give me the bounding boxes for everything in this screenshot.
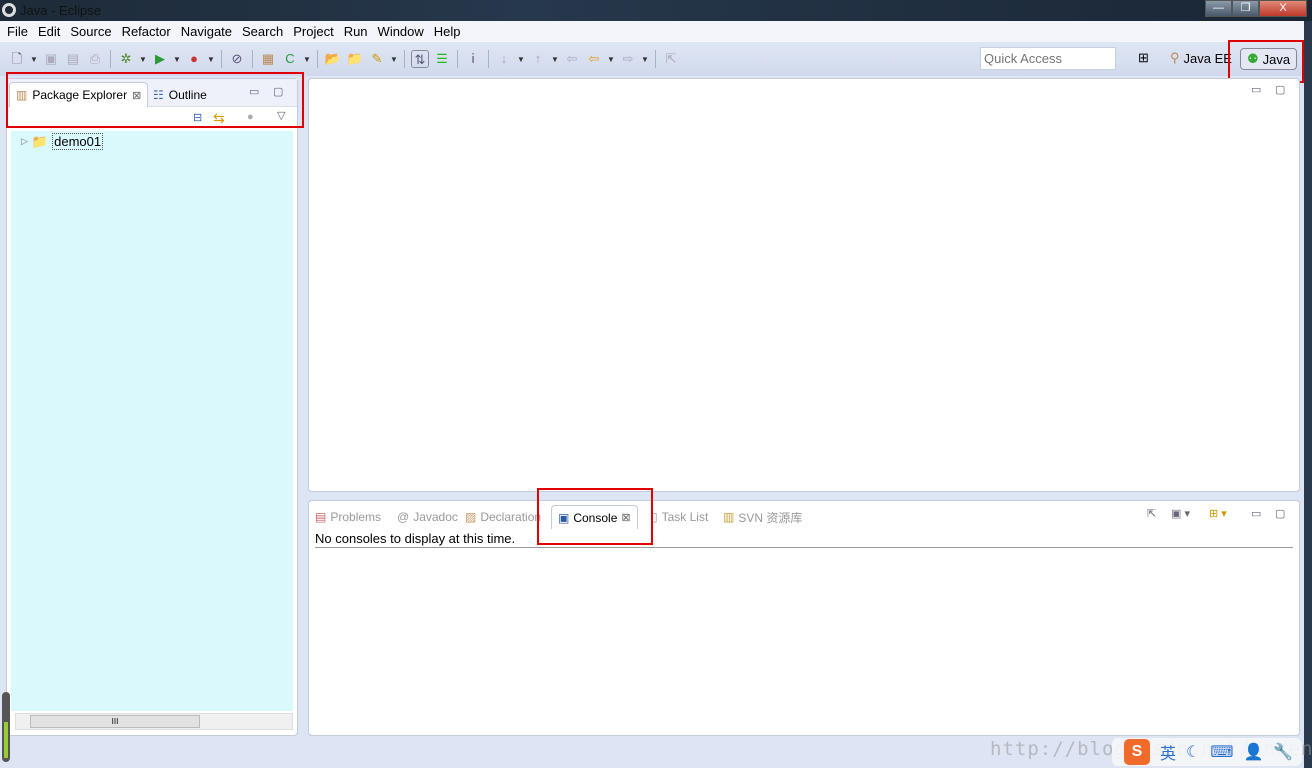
menu-source[interactable]: Source xyxy=(65,21,116,42)
open-perspective-icon: ⊞ xyxy=(1138,50,1149,65)
moon-icon[interactable]: ☾ xyxy=(1186,742,1200,762)
menu-help[interactable]: Help xyxy=(429,21,466,42)
console-panel: ▤ Problems @ Javadoc ▨ Declaration ▣ Console… xyxy=(308,500,1300,736)
menu-refactor[interactable]: Refactor xyxy=(117,21,176,42)
external-tools-icon[interactable]: ● xyxy=(185,50,203,68)
package-explorer-panel: ▥ Package Explorer ⊠ ☷ Outline ▭ ▢ ⊟ ⇆ ●… xyxy=(6,78,298,736)
project-folder-icon: 📁 xyxy=(31,133,49,149)
maximize-button[interactable]: ❐ xyxy=(1232,0,1259,17)
editor-area: ▭ ▢ xyxy=(308,78,1300,492)
new-class-icon[interactable]: C xyxy=(281,50,299,68)
right-edge xyxy=(1304,21,1312,768)
keyboard-icon[interactable]: ⌨ xyxy=(1210,742,1233,762)
quick-access-input[interactable] xyxy=(980,47,1116,70)
chevron-down-icon[interactable]: ▼ xyxy=(303,55,311,64)
display-console-icon[interactable]: ▣ ▾ xyxy=(1171,507,1190,520)
tab-task-list[interactable]: ▯ Task List xyxy=(651,505,708,529)
tab-declaration[interactable]: ▨ Declaration xyxy=(465,505,541,529)
pin-console-icon[interactable]: ⇱ xyxy=(1147,507,1156,520)
menu-window[interactable]: Window xyxy=(373,21,429,42)
sogou-logo-icon[interactable]: S xyxy=(1124,739,1150,765)
expand-icon[interactable]: ▷ xyxy=(21,136,28,147)
ime-language[interactable]: 英 xyxy=(1160,740,1176,764)
tab-svn-repository[interactable]: ▥ SVN 资源库 xyxy=(723,505,802,529)
debug-icon[interactable]: ✲ xyxy=(117,50,135,68)
tab-problems[interactable]: ▤ Problems xyxy=(315,505,381,529)
svn-icon: ▥ xyxy=(723,510,735,524)
menu-project[interactable]: Project xyxy=(288,21,338,42)
highlight-box xyxy=(537,488,653,545)
chevron-down-icon[interactable]: ▼ xyxy=(30,55,38,64)
console-message: No consoles to display at this time. xyxy=(315,531,1293,548)
run-icon[interactable]: ▶ xyxy=(151,50,169,68)
tree-item-demo01[interactable]: ▷ 📁 demo01 xyxy=(21,133,104,150)
side-gadget xyxy=(2,692,10,762)
tab-javadoc[interactable]: @ Javadoc xyxy=(397,505,458,529)
search-icon[interactable]: ✎ xyxy=(368,50,386,68)
chevron-down-icon[interactable]: ▼ xyxy=(641,55,649,64)
toggle-mark-occurrences-icon[interactable]: ⇅ xyxy=(411,50,429,68)
eclipse-icon xyxy=(2,3,16,17)
menu-edit[interactable]: Edit xyxy=(33,21,65,42)
chevron-down-icon[interactable]: ▼ xyxy=(607,55,615,64)
menu-run[interactable]: Run xyxy=(339,21,373,42)
declaration-icon: ▨ xyxy=(465,510,477,524)
show-source-icon[interactable]: ⅰ xyxy=(464,50,482,68)
new-icon[interactable]: 🗋 xyxy=(8,50,26,68)
pin-editor-icon[interactable]: ⇱ xyxy=(662,50,680,68)
minimize-button[interactable]: — xyxy=(1205,0,1232,17)
chevron-down-icon[interactable]: ▼ xyxy=(517,55,525,64)
new-package-icon[interactable]: ▦ xyxy=(259,50,277,68)
chevron-down-icon[interactable]: ▼ xyxy=(551,55,559,64)
chevron-down-icon[interactable]: ▼ xyxy=(139,55,147,64)
open-type-icon[interactable]: 📂 xyxy=(324,50,342,68)
wrench-icon[interactable]: 🔧 xyxy=(1273,742,1293,762)
last-edit-icon[interactable]: ⇦ xyxy=(563,50,581,68)
perspective-javaee[interactable]: ⚲ Java EE xyxy=(1170,50,1232,66)
save-icon[interactable]: ▣ xyxy=(42,50,60,68)
save-all-icon[interactable]: ▤ xyxy=(64,50,82,68)
title-bar: Java - Eclipse — ❐ X xyxy=(0,0,1312,21)
skip-breakpoints-icon[interactable]: ⊘ xyxy=(228,50,246,68)
problems-icon: ▤ xyxy=(315,510,327,524)
open-task-icon[interactable]: 📁 xyxy=(346,50,364,68)
scroll-thumb[interactable]: III xyxy=(30,715,200,728)
minimize-icon[interactable]: ▭ xyxy=(1251,83,1261,96)
horizontal-scrollbar[interactable]: III xyxy=(15,713,293,730)
javadoc-icon: @ xyxy=(397,510,410,524)
project-tree: ▷ 📁 demo01 xyxy=(11,131,293,711)
back-icon[interactable]: ⇦ xyxy=(585,50,603,68)
highlight-box xyxy=(1228,40,1304,83)
chevron-down-icon[interactable]: ▼ xyxy=(173,55,181,64)
menu-search[interactable]: Search xyxy=(237,21,288,42)
maximize-icon[interactable]: ▢ xyxy=(1275,507,1285,520)
window-title: Java - Eclipse xyxy=(20,3,101,18)
forward-icon[interactable]: ⇨ xyxy=(619,50,637,68)
javaee-icon: ⚲ xyxy=(1170,50,1180,65)
open-console-icon[interactable]: ⊞ ▾ xyxy=(1209,507,1227,520)
menu-navigate[interactable]: Navigate xyxy=(176,21,237,42)
user-icon[interactable]: 👤 xyxy=(1243,742,1263,762)
next-annotation-icon[interactable]: ↓ xyxy=(495,50,513,68)
show-whitespace-icon[interactable]: ☰ xyxy=(433,50,451,68)
minimize-icon[interactable]: ▭ xyxy=(1251,507,1261,520)
menu-bar: File Edit Source Refactor Navigate Searc… xyxy=(0,21,1304,42)
open-perspective-button[interactable]: ⊞ xyxy=(1138,50,1149,66)
previous-annotation-icon[interactable]: ↑ xyxy=(529,50,547,68)
ime-toolbar: S 英 ☾ ⌨ 👤 🔧 xyxy=(1112,738,1302,766)
print-icon[interactable]: ⎙ xyxy=(86,50,104,68)
close-button[interactable]: X xyxy=(1259,0,1307,17)
chevron-down-icon[interactable]: ▼ xyxy=(207,55,215,64)
highlight-box xyxy=(6,72,304,128)
menu-file[interactable]: File xyxy=(2,21,33,42)
chevron-down-icon[interactable]: ▼ xyxy=(390,55,398,64)
maximize-icon[interactable]: ▢ xyxy=(1275,83,1285,96)
